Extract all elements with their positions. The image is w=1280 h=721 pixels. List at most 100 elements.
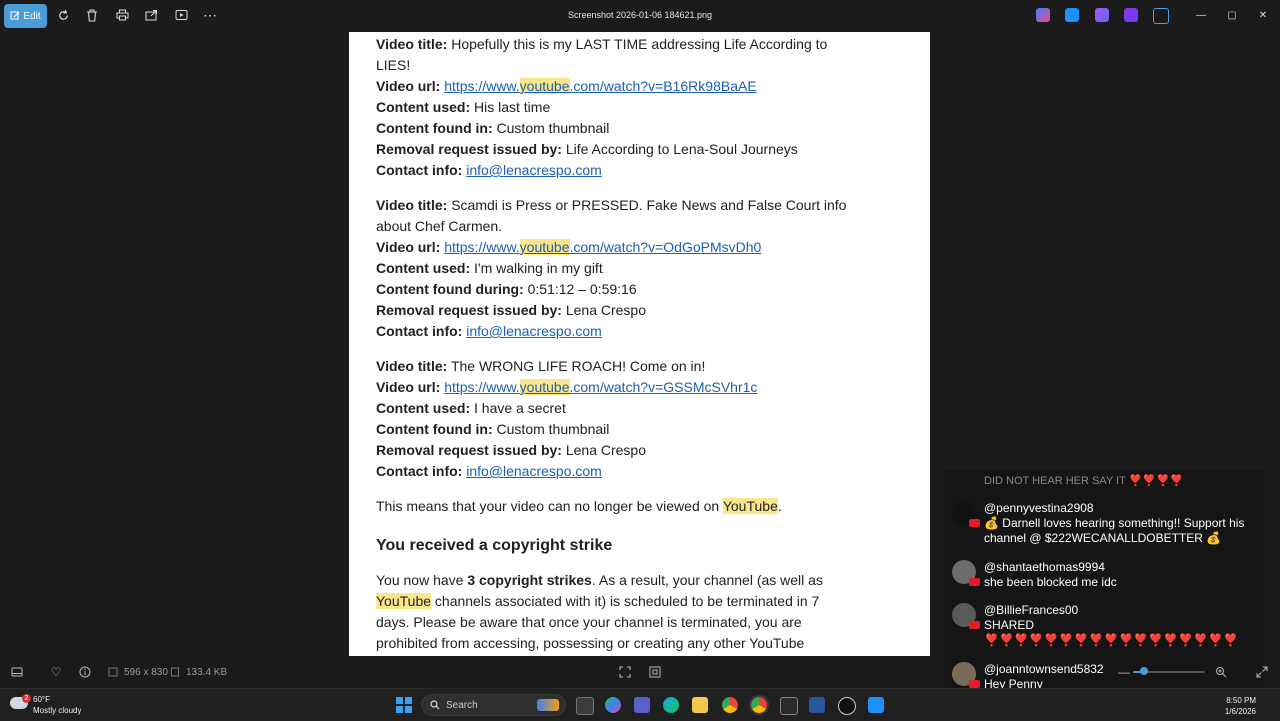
fullscreen-icon[interactable] — [1256, 665, 1270, 679]
chat-username[interactable]: @pennyvestina2908 — [984, 501, 1094, 515]
more-options-icon[interactable]: ⋯ — [202, 7, 218, 23]
strike-text-cut: prohibited from accessing, possessing or… — [376, 635, 805, 651]
edit-button[interactable]: Edit — [4, 4, 47, 28]
delete-icon[interactable] — [84, 7, 100, 23]
video-url-label: Video url: — [376, 239, 441, 255]
rotate-icon[interactable] — [55, 7, 71, 23]
image-dimensions: 596 x 830 — [124, 667, 168, 678]
system-clock[interactable]: 8:50 PM 1/6/2026 — [1225, 695, 1256, 717]
clipchamp-icon[interactable] — [1095, 8, 1109, 22]
zoom-slider[interactable] — [1133, 667, 1205, 675]
info-icon[interactable] — [78, 665, 92, 679]
actual-size-icon[interactable] — [648, 665, 662, 679]
copilot-taskbar-icon[interactable] — [605, 697, 621, 713]
word-icon[interactable] — [809, 697, 825, 713]
calculator-icon[interactable] — [780, 697, 798, 715]
zoom-in-icon[interactable] — [1215, 665, 1229, 679]
filmstrip-icon[interactable] — [10, 665, 24, 679]
avatar[interactable] — [952, 501, 980, 527]
chat-text: SHARED ❣️❣️❣️❣️❣️❣️❣️❣️❣️❣️❣️❣️❣️❣️❣️❣️❣… — [984, 618, 1239, 647]
video-title-label: Video title: — [376, 358, 448, 374]
notice-text: This means that your video can no longer… — [376, 498, 723, 514]
media-player-icon[interactable] — [838, 697, 856, 715]
video-title: The WRONG LIFE ROACH! Come on in! — [450, 358, 706, 374]
video-title-label: Video title: — [376, 36, 448, 52]
notice-text: . — [777, 498, 782, 514]
video-url-link[interactable]: https://www.youtube.com/watch?v=OdGoPMsv… — [444, 239, 761, 255]
url-part: https://www. — [444, 379, 520, 395]
chrome-profile-icon[interactable] — [749, 695, 769, 715]
removal-notice: This means that your video can no longer… — [376, 496, 856, 517]
video-url-link[interactable]: https://www.youtube.com/watch?v=B16Rk98B… — [444, 78, 757, 94]
video-editor-icon[interactable] — [1124, 8, 1138, 22]
zoom-slider-thumb[interactable] — [1139, 667, 1148, 675]
close-icon[interactable]: ✕ — [1256, 8, 1270, 22]
clock-time: 8:50 PM — [1226, 696, 1256, 705]
chat-username[interactable]: @BillieFrances00 — [984, 603, 1078, 617]
weather-alert-badge: 2 — [22, 694, 31, 703]
faded-chat-message: DID NOT HEAR HER SAY IT ❣️❣️❣️❣️ — [984, 475, 1184, 487]
url-part: .com/watch?v=GSSMcSVhr1c — [569, 379, 758, 395]
fit-to-window-icon[interactable] — [618, 665, 632, 679]
live-badge-icon — [969, 578, 980, 586]
share-icon[interactable] — [143, 7, 159, 23]
start-button[interactable] — [396, 697, 412, 713]
minimize-icon[interactable]: — — [1194, 8, 1208, 22]
removal-requester: Lena Crespo — [565, 442, 647, 458]
photos-icon[interactable] — [868, 697, 884, 713]
start-icon-pane — [405, 706, 412, 713]
chat-username[interactable]: @shantaethomas9994 — [984, 560, 1105, 574]
removal-requester: Lena Crespo — [565, 302, 647, 318]
file-explorer-icon[interactable] — [692, 697, 708, 713]
contact-email-link[interactable]: info@lenacrespo.com — [466, 323, 602, 339]
teams-icon[interactable] — [634, 697, 650, 713]
chrome-icon[interactable] — [722, 697, 738, 713]
file-size-icon — [168, 665, 182, 679]
removal-label: Removal request issued by: — [376, 442, 562, 458]
avatar[interactable] — [952, 603, 980, 629]
video-entry: Video title: Hopefully this is my LAST T… — [376, 34, 856, 181]
video-title: Scamdi is Press or PRESSED. Fake News an… — [376, 197, 847, 234]
strike-heading: You received a copyright strike — [376, 537, 613, 554]
edge-icon[interactable] — [663, 697, 679, 713]
content-found: 0:51:12 – 0:59:16 — [527, 281, 637, 297]
weather-widget[interactable]: 2 60°F Mostly cloudy — [10, 694, 100, 716]
print-icon[interactable] — [114, 7, 130, 23]
slideshow-icon[interactable] — [173, 7, 189, 23]
maximize-icon[interactable]: ▢ — [1225, 8, 1239, 22]
strike-text: You now have — [376, 572, 468, 588]
clock-date: 1/6/2026 — [1224, 707, 1256, 716]
contact-email-link[interactable]: info@lenacrespo.com — [466, 162, 602, 178]
copilot-icon[interactable] — [1036, 8, 1050, 22]
zoom-out-icon[interactable]: — — [1118, 665, 1132, 679]
avatar[interactable] — [952, 560, 980, 586]
taskbar-search[interactable]: Search — [421, 694, 566, 716]
strike-count: 3 copyright strikes — [467, 572, 592, 588]
file-size: 133.4 KB — [186, 667, 228, 678]
url-part: https://www. — [444, 239, 520, 255]
video-entry: Video title: The WRONG LIFE ROACH! Come … — [376, 356, 856, 482]
chat-username[interactable]: @joanntownsend5832 — [984, 662, 1104, 676]
favorite-heart-icon[interactable]: ♡ — [49, 665, 63, 679]
weather-desc: Mostly cloudy — [33, 706, 82, 715]
content-used-label: Content used: — [376, 400, 471, 416]
avatar[interactable] — [952, 662, 980, 688]
contact-email-link[interactable]: info@lenacrespo.com — [466, 463, 602, 479]
windows-taskbar: 2 60°F Mostly cloudy Search 8:50 PM 1/6/… — [0, 688, 1280, 721]
content-used-label: Content used: — [376, 260, 471, 276]
content-found-label: Content found in: — [376, 421, 493, 437]
live-chat-overlay: DID NOT HEAR HER SAY IT ❣️❣️❣️❣️ @pennyv… — [944, 470, 1264, 696]
strike-highlight: YouTube — [376, 593, 432, 609]
photo-editor-icon[interactable] — [1065, 8, 1079, 22]
search-highlight-icon — [537, 699, 559, 711]
window-title: Screenshot 2026-01-06 184621.png — [567, 10, 713, 20]
video-url-label: Video url: — [376, 78, 441, 94]
notice-highlight: YouTube — [722, 498, 778, 514]
search-icon — [430, 700, 440, 710]
url-highlight: youtube — [519, 379, 570, 395]
video-url-link[interactable]: https://www.youtube.com/watch?v=GSSMcSVh… — [444, 379, 757, 395]
task-view-icon[interactable] — [576, 697, 594, 715]
video-url-label: Video url: — [376, 379, 441, 395]
onedrive-icon[interactable] — [1153, 8, 1169, 24]
chat-text: 💰 Darnell loves hearing something!! Supp… — [984, 516, 1245, 545]
